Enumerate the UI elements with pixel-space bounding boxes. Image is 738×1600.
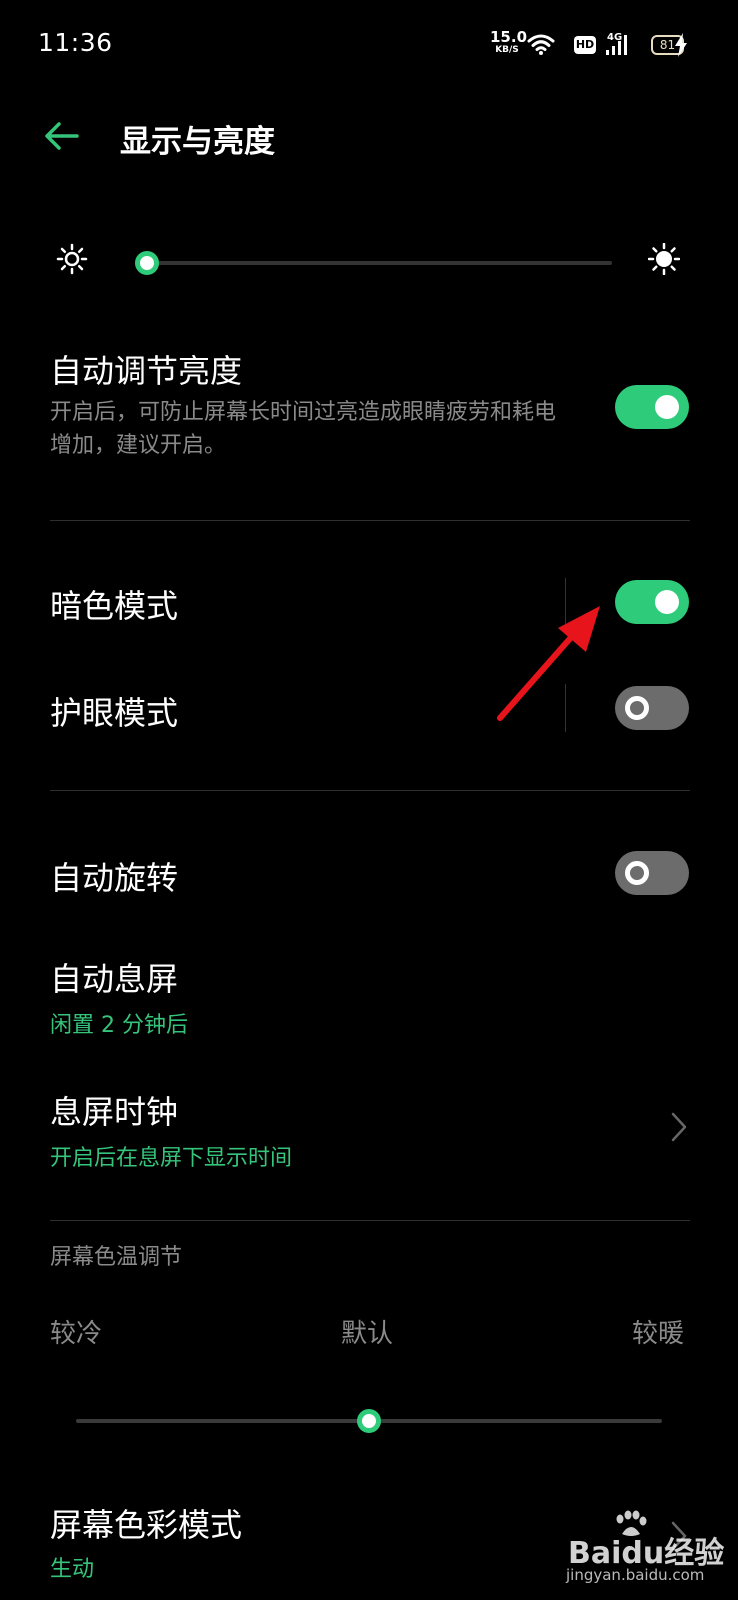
cell-signal-icon <box>606 35 627 55</box>
color-mode-title: 屏幕色彩模式 <box>50 1506 243 1544</box>
toggle-knob <box>655 395 679 419</box>
aod-clock-description: 开启后在息屏下显示时间 <box>50 1146 293 1171</box>
dark-mode-toggle[interactable] <box>615 580 689 624</box>
network-speed-value: 15.0 <box>490 28 528 46</box>
color-temperature-slider-thumb[interactable] <box>357 1409 381 1433</box>
toggle-knob <box>655 590 679 614</box>
brightness-low-icon <box>56 243 88 275</box>
auto-rotate-title: 自动旋转 <box>50 859 179 897</box>
annotation-arrow-icon <box>497 606 600 721</box>
hd-voice-badge: HD <box>574 36 596 54</box>
divider <box>50 520 690 521</box>
toggle-knob <box>625 696 649 720</box>
divider <box>50 790 690 791</box>
color-temp-warm-label: 较暖 <box>632 1319 685 1349</box>
status-time: 11:36 <box>38 28 113 57</box>
network-speed-unit: KB/S <box>495 45 519 55</box>
color-mode-value: 生动 <box>50 1557 95 1582</box>
wifi-icon <box>527 34 555 55</box>
divider <box>50 1220 690 1221</box>
eye-comfort-title: 护眼模式 <box>50 694 179 732</box>
page-title: 显示与亮度 <box>120 124 275 160</box>
auto-brightness-toggle[interactable] <box>615 385 689 429</box>
auto-brightness-title: 自动调节亮度 <box>50 352 243 390</box>
color-temp-cool-label: 较冷 <box>50 1319 103 1349</box>
watermark-url: jingyan.baidu.com <box>566 1566 705 1584</box>
auto-rotate-toggle[interactable] <box>615 851 689 895</box>
brightness-high-icon <box>648 243 680 275</box>
screen-timeout-title: 自动息屏 <box>50 960 179 998</box>
chevron-right-icon <box>671 1112 687 1142</box>
toggle-knob <box>625 861 649 885</box>
auto-brightness-description: 开启后，可防止屏幕长时间过亮造成眼睛疲劳和耗电增加，建议开启。 <box>50 400 557 458</box>
brightness-slider-thumb[interactable] <box>135 251 160 275</box>
eye-comfort-toggle[interactable] <box>615 686 689 730</box>
charging-icon <box>675 33 687 57</box>
color-temperature-section-title: 屏幕色温调节 <box>50 1245 183 1270</box>
back-arrow-icon[interactable] <box>44 122 80 150</box>
color-temp-default-label: 默认 <box>341 1319 394 1349</box>
brightness-slider-track[interactable] <box>138 261 612 265</box>
screen-timeout-value: 闲置 2 分钟后 <box>50 1013 188 1038</box>
network-speed: 15.0 KB/S <box>490 28 528 55</box>
aod-clock-title: 息屏时钟 <box>50 1093 179 1131</box>
dark-mode-title: 暗色模式 <box>50 587 179 625</box>
